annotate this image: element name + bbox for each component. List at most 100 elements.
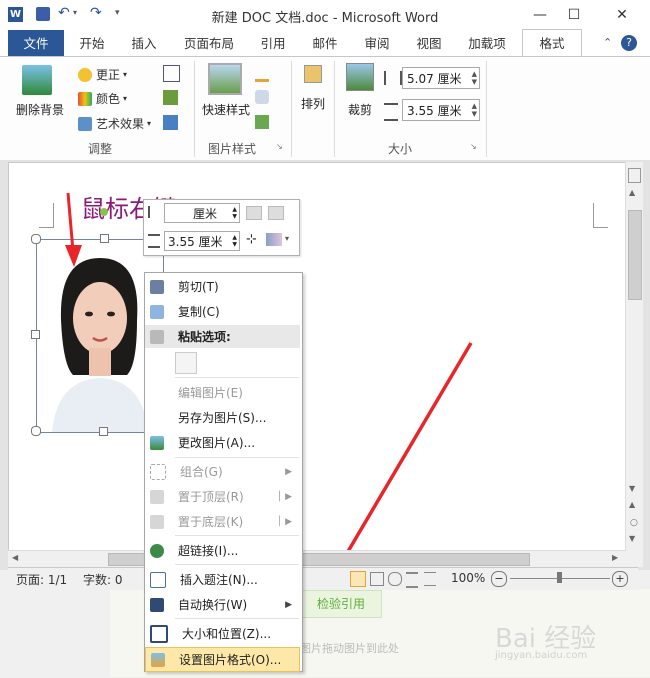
close-button[interactable]: ✕ (600, 0, 644, 30)
web-layout-icon[interactable] (388, 572, 402, 586)
picture-layout-icon[interactable] (255, 115, 269, 129)
menu-item-label: 置于顶层(R) (178, 490, 244, 504)
menu-item-copy[interactable]: 复制(C) (145, 300, 300, 323)
tab-insert[interactable]: 插入 (118, 30, 170, 57)
group-separator (334, 61, 335, 157)
document-page[interactable]: 鼠标右键 (8, 162, 630, 661)
full-screen-reading-icon[interactable] (370, 572, 384, 586)
artistic-effects-button[interactable]: 艺术效果 ▾ (78, 115, 151, 132)
vertical-scrollbar[interactable]: ▲ ▼ ▲ ○ ▼ (625, 162, 643, 567)
word-count[interactable]: 字数: 0 (83, 571, 123, 588)
scroll-left-icon[interactable]: ◀ (12, 553, 18, 562)
menu-item-hyperlink[interactable]: 超链接(I)... (145, 539, 300, 562)
mini-height-spinner-icon[interactable]: ▲ ▼ (232, 206, 239, 220)
menu-item-label: 组合(G) (180, 465, 223, 479)
change-picture-ribbon-icon[interactable] (163, 90, 178, 105)
browse-object-icon[interactable]: ○ (630, 518, 638, 528)
height-input[interactable]: 5.07 厘米 ▲ ▼ (402, 67, 480, 89)
color-button[interactable]: 颜色 ▾ (78, 90, 127, 107)
page-count[interactable]: 页面: 1/1 (16, 571, 67, 588)
menu-item-text-wrapping[interactable]: 自动换行(W) ▶ (145, 593, 300, 616)
mini-toolbar: 厘米 ▲ ▼ 3.55 厘米 ▲ ▼ ⊹ ▾ (143, 199, 300, 256)
tab-references[interactable]: 引用 (248, 30, 298, 57)
scroll-right-icon[interactable]: ▶ (612, 553, 618, 562)
menu-item-label: 置于底层(K) (178, 515, 244, 529)
tab-mailings[interactable]: 邮件 (300, 30, 350, 57)
next-page-icon[interactable]: ▼ (629, 534, 635, 543)
scroll-thumb[interactable] (628, 210, 642, 300)
picture-effects-icon[interactable] (255, 90, 269, 104)
mini-crop-icon[interactable]: ⊹ (246, 232, 257, 247)
mini-send-backward-icon[interactable] (268, 206, 284, 220)
tab-view[interactable]: 视图 (404, 30, 454, 57)
tab-review[interactable]: 审阅 (352, 30, 402, 57)
mini-bring-forward-icon[interactable] (246, 206, 262, 220)
menu-item-format-picture[interactable]: 设置图片格式(O)... (145, 647, 300, 672)
tab-home[interactable]: 开始 (66, 30, 118, 57)
tab-page-layout[interactable]: 页面布局 (176, 30, 242, 57)
arrange-label: 排列 (300, 97, 325, 111)
menu-item-label: 编辑图片(E) (178, 386, 243, 400)
picture-styles-dialog-launcher[interactable]: ↘ (276, 142, 283, 151)
color-label: 颜色 (96, 92, 121, 106)
collapse-ribbon-icon[interactable]: ⌃ (603, 36, 612, 49)
mini-styles-dropdown-icon[interactable]: ▾ (285, 234, 289, 243)
menu-item-cut[interactable]: 剪切(T) (145, 275, 300, 298)
height-value: 5.07 厘米 (407, 71, 462, 86)
remove-background-button[interactable]: 删除背景 (12, 63, 64, 123)
arrange-button[interactable]: 排列 (296, 65, 330, 135)
height-spinner-icon[interactable]: ▲ ▼ (472, 70, 479, 86)
size-dialog-launcher[interactable]: ↘ (470, 142, 477, 151)
menu-item-label: 插入题注(N)... (180, 573, 258, 587)
menu-item-label: 自动换行(W) (178, 598, 248, 612)
crop-button[interactable]: 裁剪 (340, 61, 380, 131)
corrections-button[interactable]: 更正 ▾ (78, 66, 127, 83)
outline-icon[interactable] (406, 572, 418, 588)
quick-styles-button[interactable]: 快速样式 (200, 61, 252, 131)
reset-picture-icon[interactable] (163, 115, 178, 130)
scroll-up-icon[interactable]: ▲ (629, 188, 635, 197)
crop-label: 裁剪 (347, 103, 372, 117)
zoom-out-icon[interactable]: − (491, 571, 507, 587)
mini-width-spinner-icon[interactable]: ▲ ▼ (232, 234, 239, 248)
mini-height-input[interactable]: 厘米 ▲ ▼ (164, 203, 240, 223)
zoom-in-icon[interactable]: + (612, 571, 628, 587)
background-caption: 图片拖动图片到此处 (300, 642, 399, 655)
crop-icon (346, 63, 374, 91)
print-layout-icon[interactable] (350, 571, 366, 587)
ribbon-tabs: 文件 开始 插入 页面布局 引用 邮件 审阅 视图 加载项 格式 ⌃ ? (0, 29, 650, 57)
artistic-effects-icon (78, 116, 92, 131)
picture-border-icon[interactable] (255, 65, 269, 82)
menu-item-change-picture[interactable]: 更改图片(A)... (145, 431, 300, 454)
menu-item-insert-caption[interactable]: 插入题注(N)... (145, 568, 300, 591)
mini-height-icon (148, 206, 162, 218)
horizontal-scrollbar[interactable]: ◀ ▶ (8, 550, 626, 567)
paste-keep-picture-icon[interactable] (175, 352, 197, 374)
context-menu: 剪切(T) 复制(C) 粘贴选项: 编辑图片(E) 另存为图片(S)... 更改… (144, 272, 303, 672)
zoom-slider-thumb[interactable] (557, 572, 562, 583)
width-input[interactable]: 3.55 厘米 ▲ ▼ (402, 99, 480, 121)
zoom-level[interactable]: 100% (451, 571, 485, 585)
remove-background-icon (22, 65, 52, 95)
tab-addins[interactable]: 加载项 (458, 30, 516, 57)
arrange-icon (304, 65, 322, 83)
baidu-watermark-url: jingyan.baidu.com (495, 650, 588, 661)
mini-styles-icon[interactable] (266, 233, 282, 246)
scissors-icon (150, 279, 164, 294)
tab-format[interactable]: 格式 (522, 29, 582, 56)
ruler-toggle-icon[interactable] (628, 168, 641, 183)
mini-width-input[interactable]: 3.55 厘米 ▲ ▼ (164, 231, 240, 251)
menu-item-size-position[interactable]: 大小和位置(Z)... (145, 622, 300, 645)
width-spinner-icon[interactable]: ▲ ▼ (472, 102, 479, 118)
help-icon[interactable]: ? (621, 35, 637, 51)
menu-item-paste-options: 粘贴选项: (145, 325, 300, 348)
menu-item-save-as-picture[interactable]: 另存为图片(S)... (145, 406, 300, 429)
scroll-down-icon[interactable]: ▼ (629, 484, 635, 493)
maximize-button[interactable]: ☐ (552, 0, 596, 30)
draft-icon[interactable] (424, 572, 436, 586)
compress-pictures-icon[interactable] (163, 65, 180, 82)
tab-file[interactable]: 文件 (8, 30, 64, 57)
quick-styles-label: 快速样式 (201, 103, 250, 117)
mini-height-value: 厘米 (193, 206, 218, 221)
prev-page-icon[interactable]: ▲ (629, 500, 635, 509)
